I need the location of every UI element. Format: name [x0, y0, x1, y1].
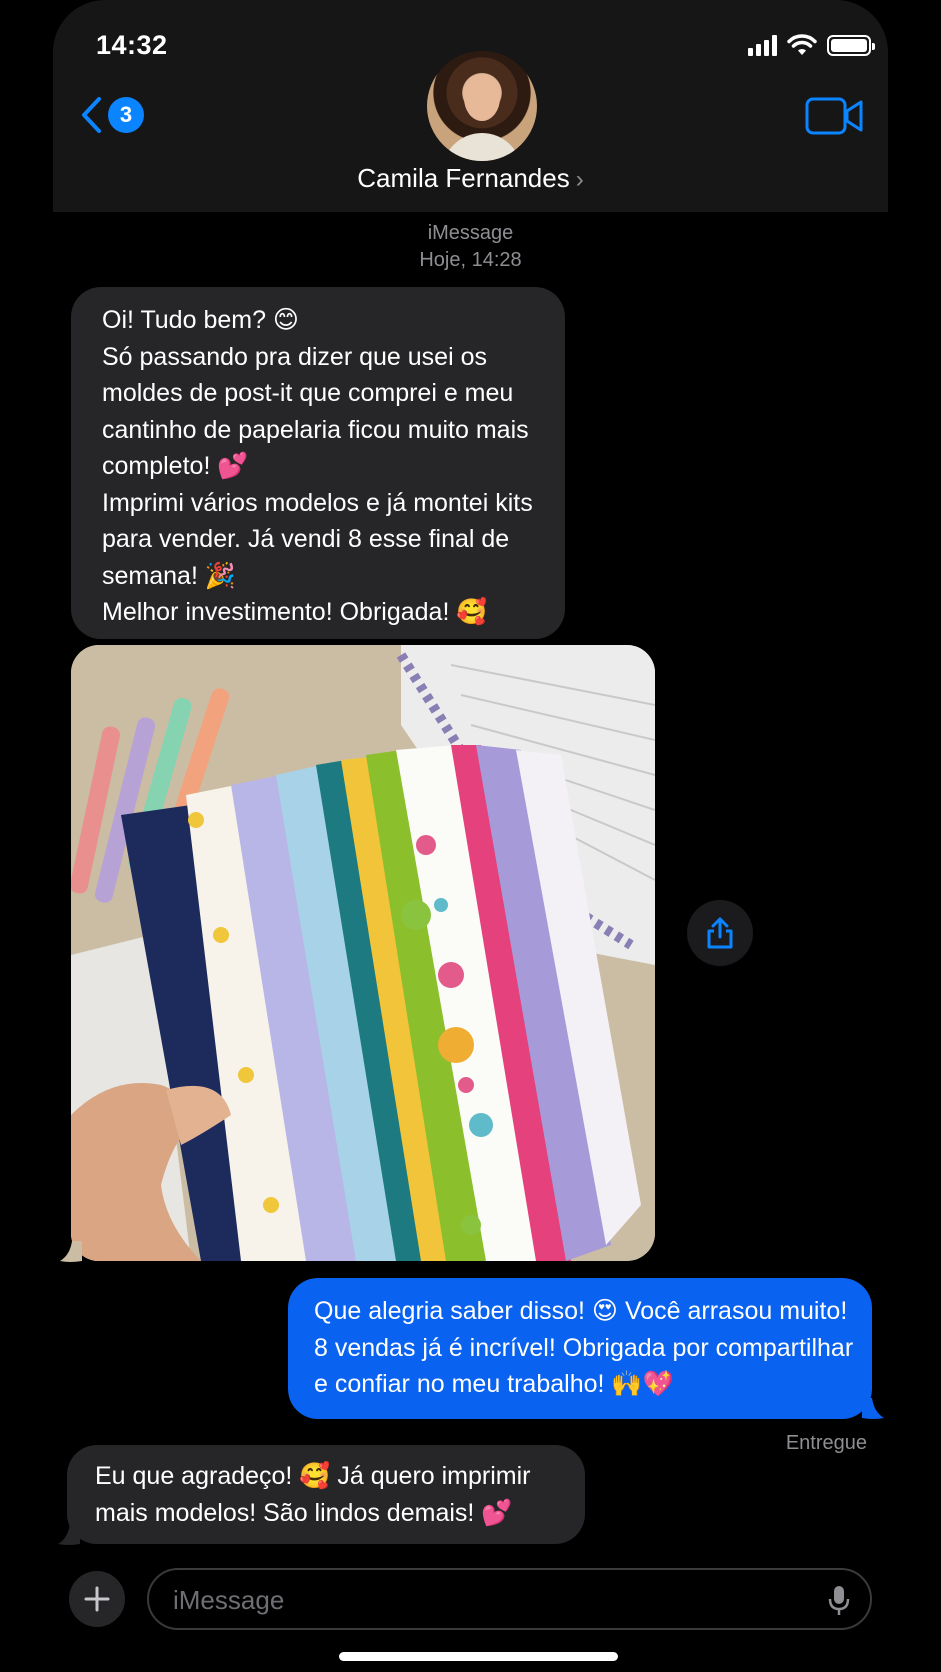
plus-icon [84, 1586, 110, 1612]
contact-name-button[interactable]: Camila Fernandes › [0, 163, 941, 194]
delivery-status: Entregue [785, 1432, 867, 1454]
message-input[interactable] [171, 1570, 775, 1630]
service-label: iMessage [427, 222, 514, 244]
thread-meta: iMessage Hoje, 14:28 [0, 220, 941, 274]
battery-icon [827, 34, 875, 56]
share-button[interactable] [687, 900, 753, 966]
message-input-container [147, 1568, 872, 1630]
contact-avatar[interactable] [427, 51, 537, 161]
chevron-right-icon: › [575, 166, 584, 193]
phone-screen: 14:32 3 Camila Fernandes › iMessage Hoje,… [0, 0, 941, 1672]
unread-count-badge: 3 [108, 97, 144, 133]
video-camera-icon[interactable] [805, 96, 863, 136]
status-icons [748, 34, 875, 56]
avatar-face [464, 75, 500, 121]
photo-attachment[interactable] [71, 645, 655, 1261]
apps-plus-button[interactable] [69, 1571, 125, 1627]
bubble-tail [60, 1241, 82, 1262]
cellular-signal-icon [748, 34, 777, 56]
wifi-icon [787, 34, 817, 55]
outgoing-message-bubble[interactable]: Que alegria saber disso! 😍 Você arrasou … [288, 1278, 872, 1419]
bubble-tail [58, 1524, 80, 1545]
back-button[interactable]: 3 [80, 96, 144, 134]
status-time: 14:32 [96, 30, 168, 60]
microphone-icon[interactable] [828, 1585, 850, 1617]
bubble-tail [862, 1398, 884, 1419]
incoming-message-bubble[interactable]: Oi! Tudo bem? 😊 Só passando pra dizer qu… [71, 287, 565, 639]
home-indicator[interactable] [339, 1652, 618, 1661]
contact-name: Camila Fernandes [357, 163, 570, 193]
thread-timestamp: Hoje, 14:28 [419, 249, 522, 271]
incoming-message-bubble[interactable]: Eu que agradeço! 🥰 Já quero imprimir mai… [67, 1445, 585, 1544]
chevron-left-icon [82, 97, 101, 133]
avatar-shirt [442, 133, 522, 161]
photo-content [71, 645, 655, 1261]
share-icon [707, 917, 733, 949]
